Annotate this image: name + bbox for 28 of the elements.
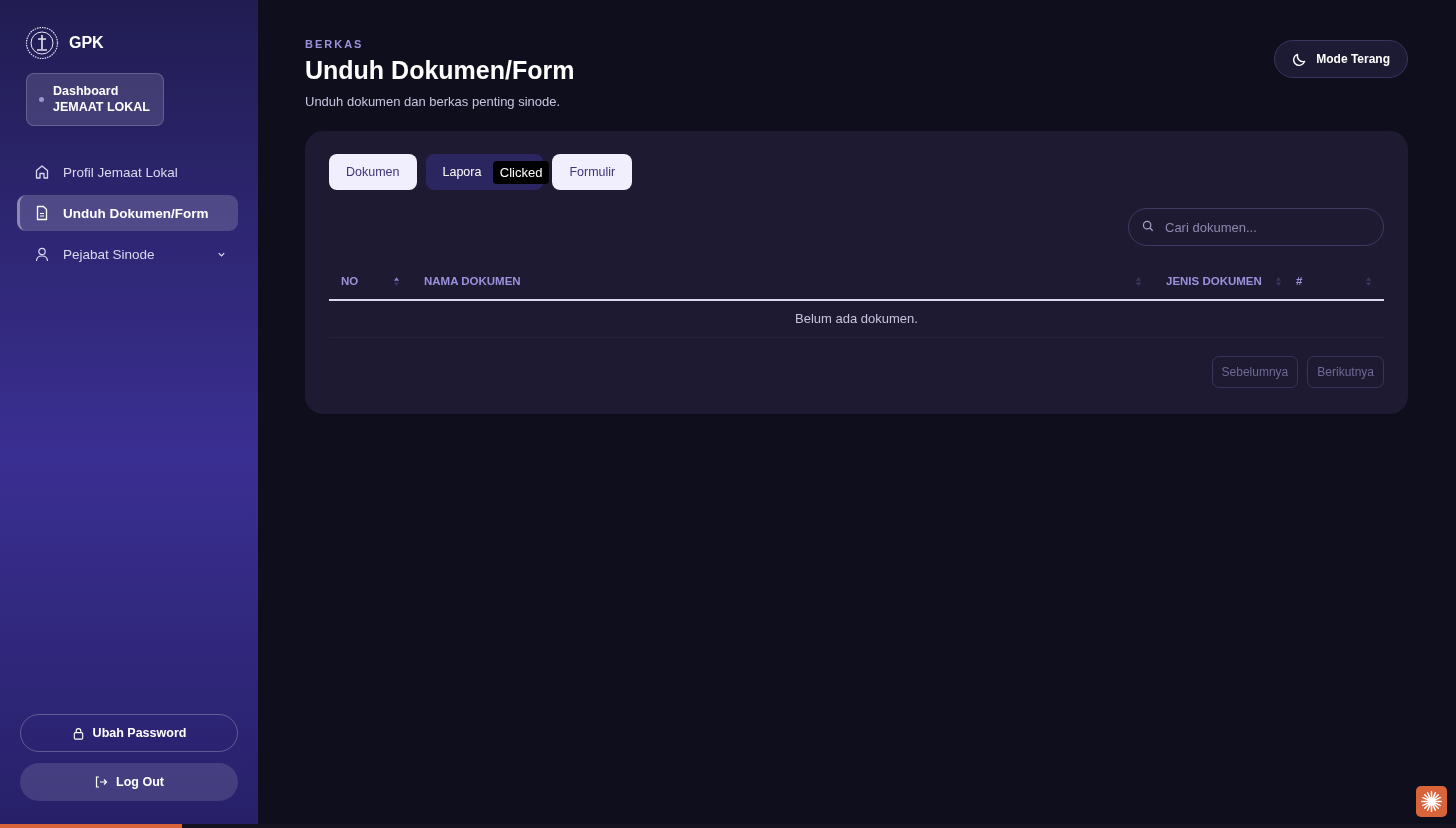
column-header[interactable]: # [1284, 263, 1384, 299]
brand-name: GPK [69, 34, 104, 52]
tooltip: Clicked [492, 161, 550, 184]
page-title: Unduh Dokumen/Form [305, 56, 575, 85]
starburst-icon[interactable] [1416, 786, 1447, 817]
sidebar-item[interactable]: Profil Jemaat Lokal [17, 154, 238, 190]
sidebar-item[interactable]: Unduh Dokumen/Form [17, 195, 238, 231]
dashboard-button[interactable]: Dashboard JEMAAT LOKAL [26, 73, 164, 126]
column-header[interactable]: JENIS DOKUMEN [1154, 263, 1284, 299]
column-header[interactable]: NAMA DOKUMEN [412, 263, 1154, 299]
tab[interactable]: Dokumen [329, 154, 417, 190]
search-icon [1142, 220, 1154, 232]
document-icon [34, 205, 50, 221]
lock-icon [71, 726, 85, 740]
logout-button[interactable]: Log Out [20, 763, 238, 801]
theme-toggle-button[interactable]: Mode Terang [1274, 40, 1408, 78]
column-header[interactable]: NO [329, 263, 412, 299]
empty-table-message: Belum ada dokumen. [329, 301, 1384, 338]
sidebar-item[interactable]: Pejabat Sinode [17, 236, 238, 272]
home-icon [34, 164, 50, 180]
section-eyebrow: BERKAS [305, 38, 365, 50]
page-subtitle: Unduh dokumen dan berkas penting sinode. [305, 94, 562, 109]
search-field[interactable]: Cari dokumen... [1128, 208, 1384, 246]
person-icon [34, 246, 50, 262]
church-logo-icon [25, 26, 59, 60]
moon-icon [1292, 51, 1308, 67]
logout-icon [94, 775, 109, 789]
tab[interactable]: Formulir [552, 154, 633, 190]
